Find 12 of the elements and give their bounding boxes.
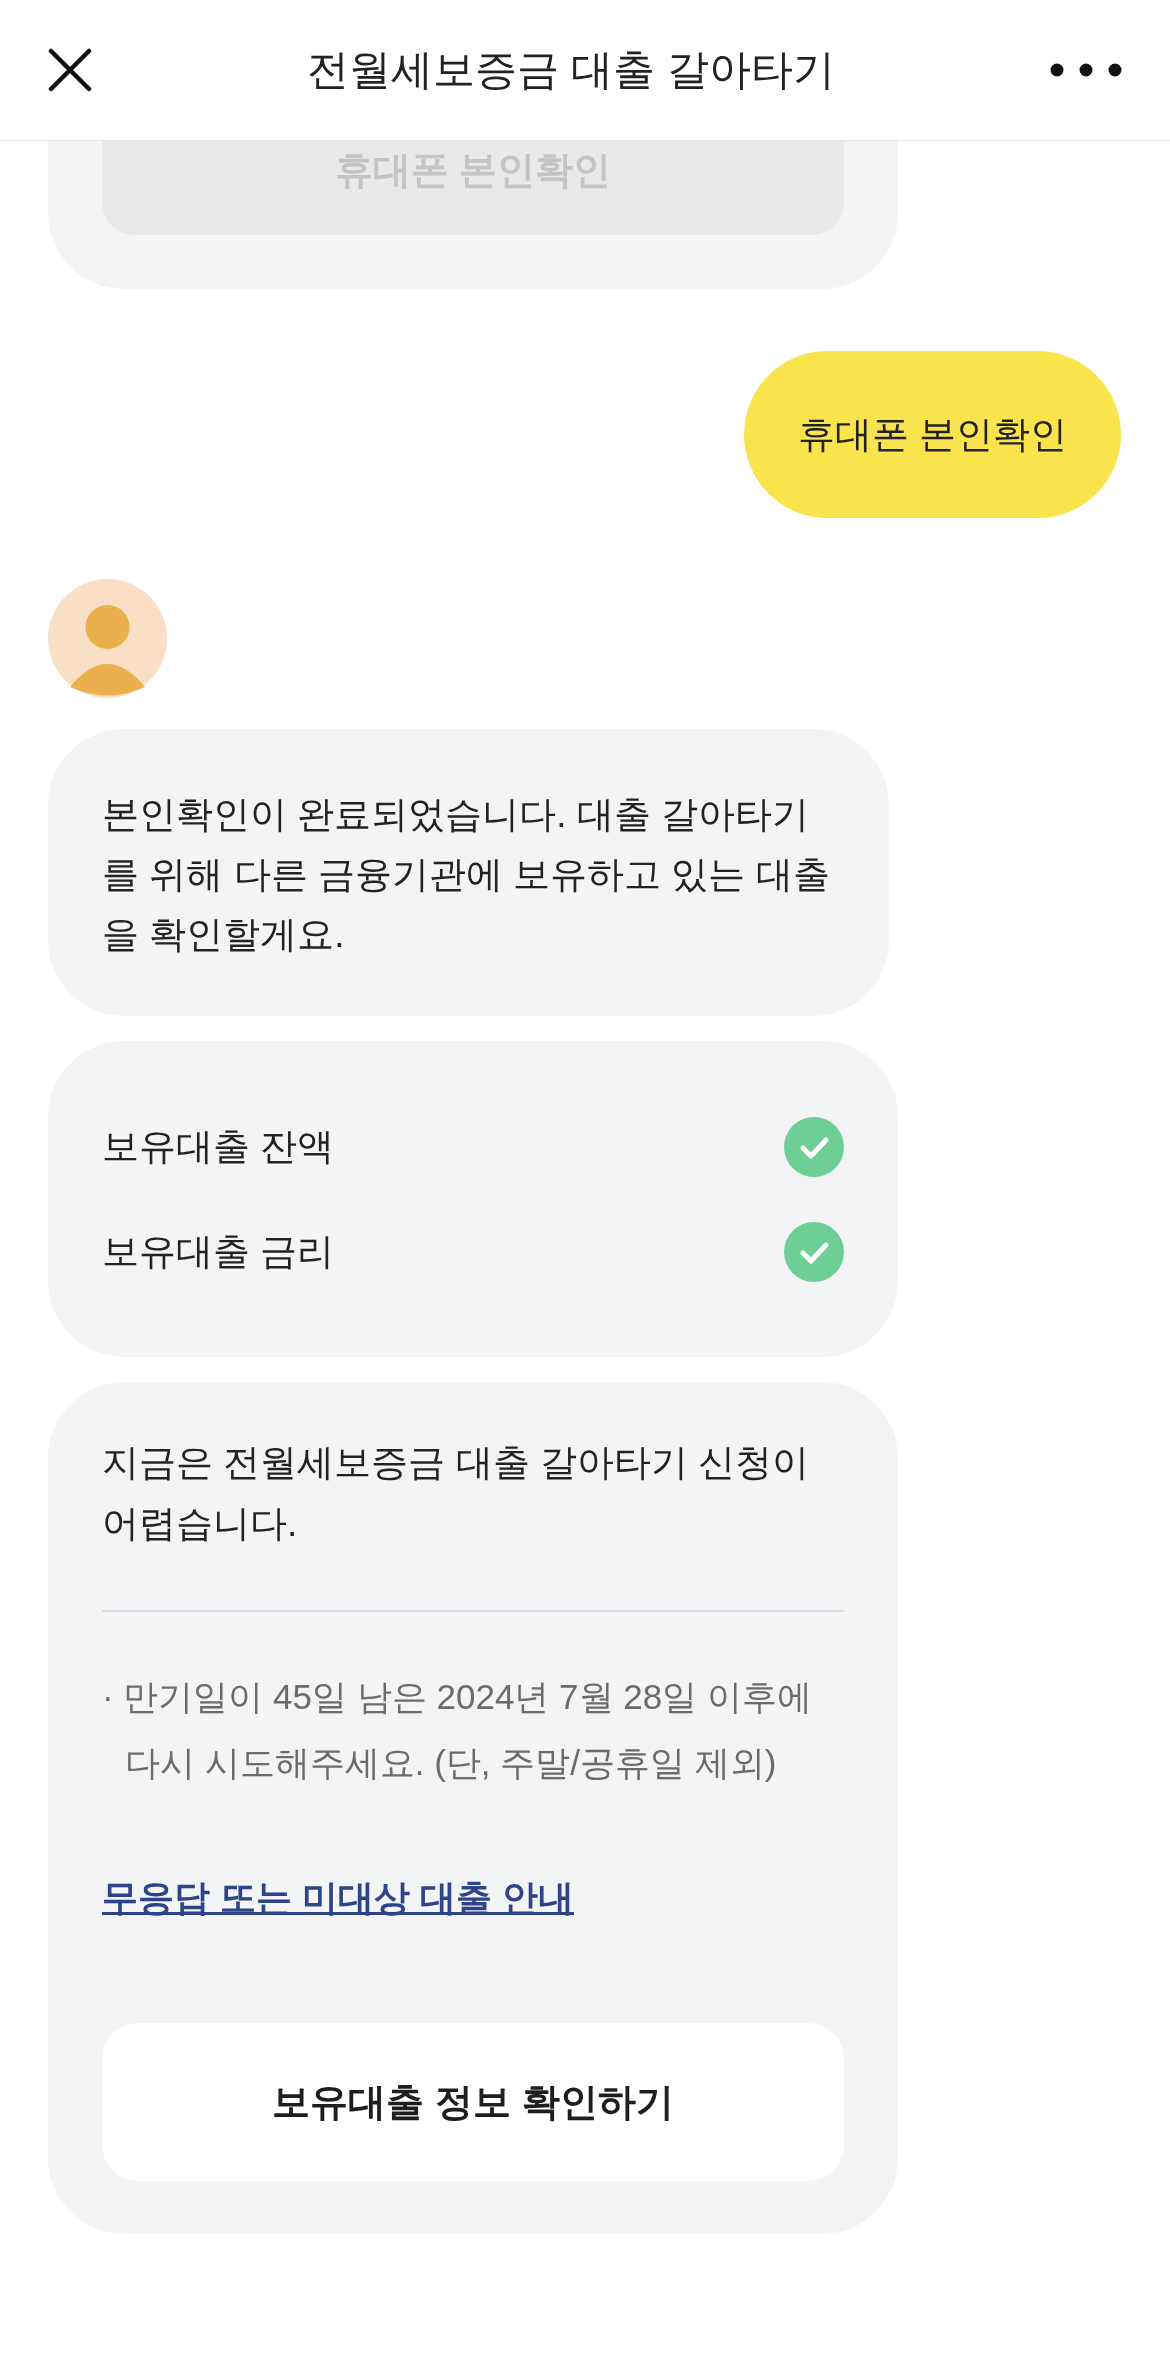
checklist-label: 보유대출 잔액 <box>102 1125 335 1169</box>
notice-text: 지금은 전월세보증금 대출 갈아타기 신청이 어렵습니다. <box>102 1441 811 1546</box>
info-link[interactable]: 무응답 또는 미대상 대출 안내 <box>102 1874 574 1923</box>
user-message: 휴대폰 본인확인 <box>743 351 1121 518</box>
more-icon[interactable] <box>1050 63 1122 77</box>
notice-note: · 만기일이 45일 남은 2024년 7월 28일 이후에 다시 시도해주세요. (단, 주말/공휴일 제외) <box>102 1676 813 1784</box>
checklist-label: 보유대출 금리 <box>102 1230 335 1274</box>
bot-message: 본인확인이 완료되었습니다. 대출 갈아타기를 위해 다른 금융기관에 보유하고 있는 대출을 확인할게요. <box>48 729 889 1016</box>
avatar-icon <box>48 579 167 698</box>
check-loans-button[interactable]: 보유대출 정보 확인하기 <box>102 2023 844 2181</box>
page-title: 전월세보증금 대출 갈아타기 <box>307 45 835 95</box>
close-icon[interactable] <box>48 48 92 92</box>
